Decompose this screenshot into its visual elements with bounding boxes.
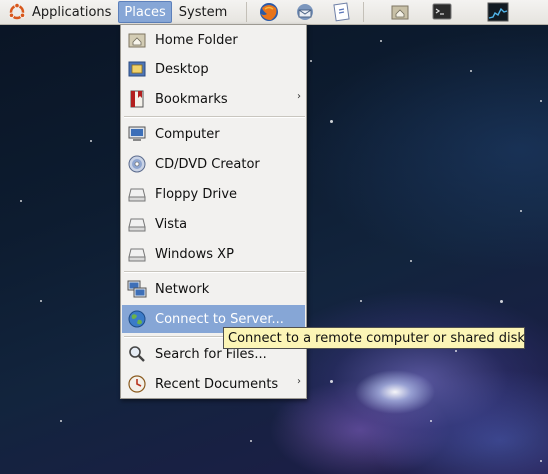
- menu-item-recent-documents[interactable]: Recent Documents ›: [122, 370, 305, 398]
- mail-client-icon[interactable]: [293, 1, 317, 23]
- menu-item-label: Connect to Server...: [155, 311, 284, 327]
- system-monitor-icon[interactable]: [486, 1, 510, 23]
- desktop-icon: [126, 58, 148, 80]
- panel-separator: [246, 2, 248, 22]
- globe-icon: [126, 308, 148, 330]
- applications-label: Applications: [32, 4, 112, 20]
- menu-item-label: Windows XP: [155, 246, 234, 262]
- recent-documents-icon: [126, 373, 148, 395]
- tooltip-text: Connect to a remote computer or shared d…: [228, 330, 525, 346]
- places-label: Places: [124, 4, 166, 20]
- ubuntu-logo-icon: [8, 3, 26, 20]
- firefox-icon[interactable]: [257, 1, 281, 23]
- applications-menu[interactable]: Applications: [3, 1, 116, 23]
- connect-to-server-tooltip: Connect to a remote computer or shared d…: [223, 327, 525, 349]
- system-label: System: [178, 4, 228, 20]
- menu-item-floppy-drive[interactable]: Floppy Drive: [122, 180, 305, 208]
- places-menu-button[interactable]: Places: [118, 1, 172, 23]
- top-panel: Applications Places System: [0, 0, 548, 25]
- search-icon: [126, 343, 148, 365]
- menu-item-label: Computer: [155, 126, 220, 142]
- menu-separator: [124, 271, 305, 273]
- drive-icon: [126, 243, 148, 265]
- menu-item-label: Network: [155, 281, 210, 297]
- menu-item-vista[interactable]: Vista: [122, 210, 305, 238]
- menu-item-label: CD/DVD Creator: [155, 156, 260, 172]
- menu-item-computer[interactable]: Computer: [122, 120, 305, 148]
- system-menu[interactable]: System: [174, 1, 232, 23]
- menu-item-label: Bookmarks: [155, 91, 228, 107]
- terminal-icon[interactable]: [430, 1, 454, 23]
- home-folder-icon[interactable]: [388, 1, 412, 23]
- menu-item-label: Home Folder: [155, 32, 238, 48]
- menu-item-home-folder[interactable]: Home Folder: [122, 26, 305, 54]
- notes-icon[interactable]: [329, 1, 353, 23]
- menu-item-desktop[interactable]: Desktop: [122, 55, 305, 83]
- menu-item-label: Recent Documents: [155, 376, 279, 392]
- menu-item-label: Floppy Drive: [155, 186, 238, 202]
- cd-dvd-icon: [126, 153, 148, 175]
- drive-icon: [126, 213, 148, 235]
- network-icon: [126, 278, 148, 300]
- panel-separator: [363, 2, 365, 22]
- menu-item-windows-xp[interactable]: Windows XP: [122, 240, 305, 268]
- menu-item-cd-dvd-creator[interactable]: CD/DVD Creator: [122, 150, 305, 178]
- menu-item-network[interactable]: Network: [122, 275, 305, 303]
- home-folder-icon: [126, 29, 148, 51]
- computer-icon: [126, 123, 148, 145]
- submenu-arrow-icon: ›: [297, 91, 301, 102]
- submenu-arrow-icon: ›: [297, 376, 301, 387]
- menu-item-label: Desktop: [155, 61, 209, 77]
- menu-separator: [124, 116, 305, 118]
- menu-item-label: Vista: [155, 216, 188, 232]
- menu-item-bookmarks[interactable]: Bookmarks ›: [122, 85, 305, 113]
- bookmarks-icon: [126, 88, 148, 110]
- drive-icon: [126, 183, 148, 205]
